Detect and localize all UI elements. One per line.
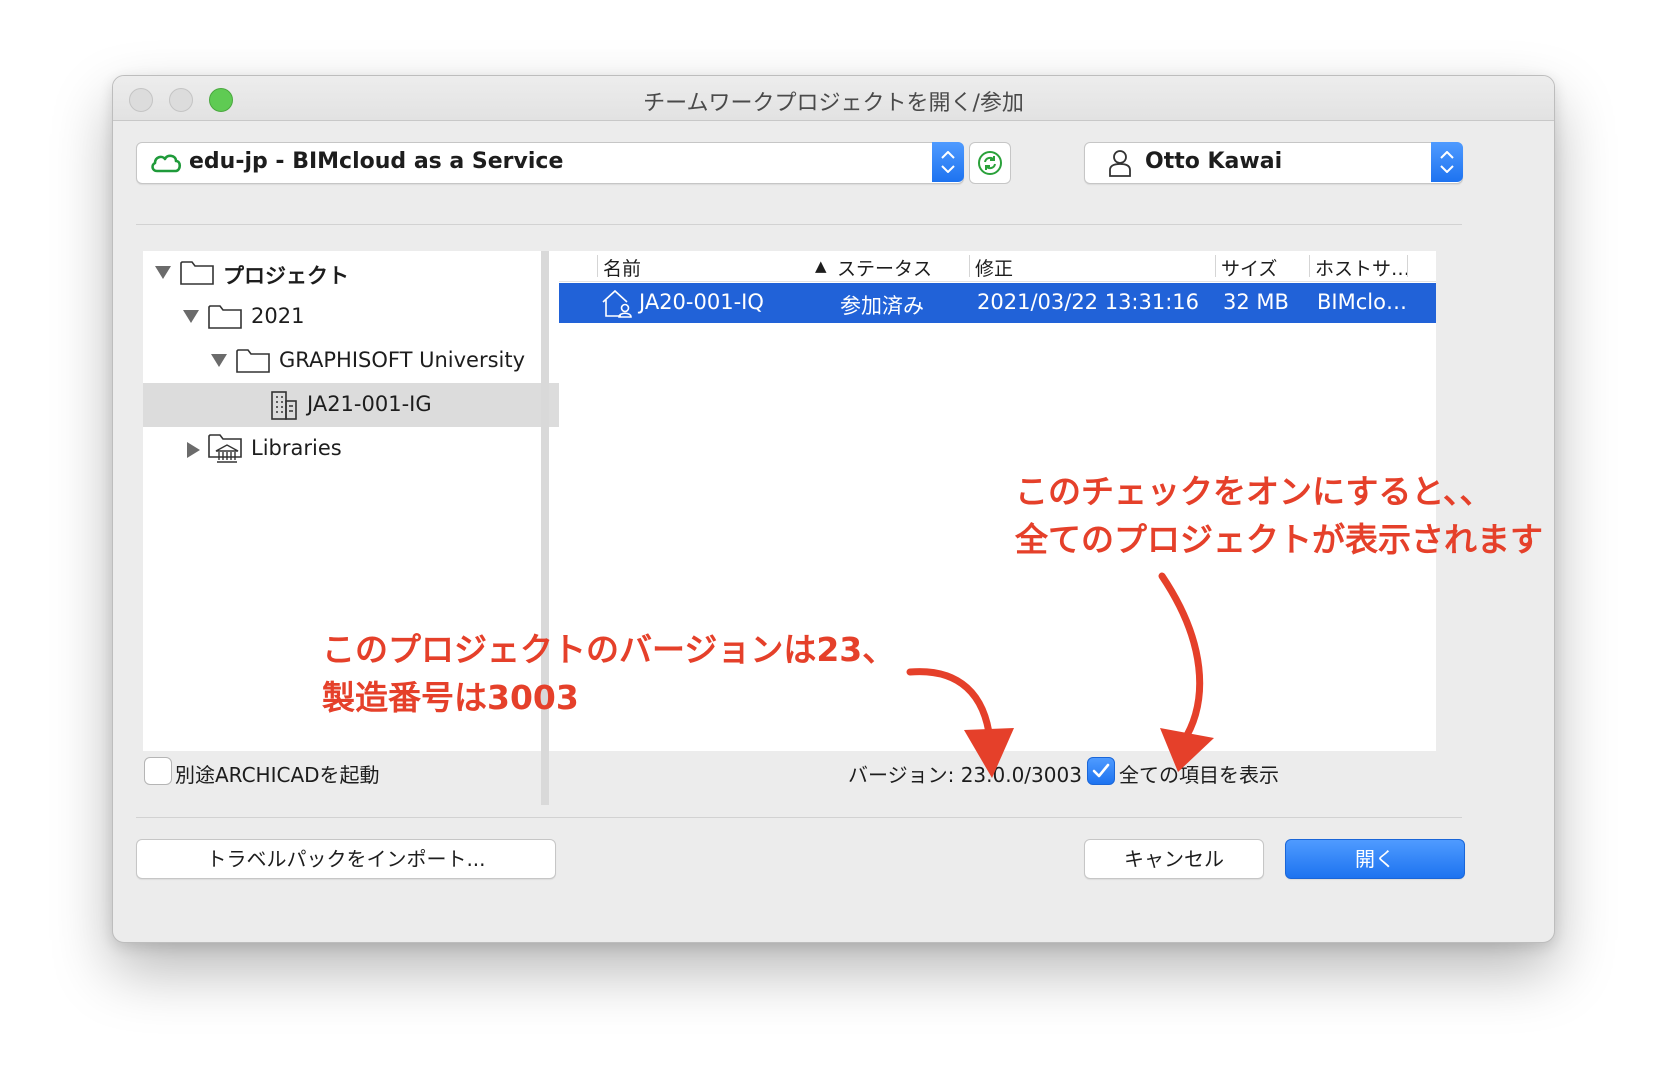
column-header-status[interactable]: ステータス	[837, 254, 932, 281]
user-select-value: Otto Kawai	[1145, 149, 1283, 174]
user-select-stepper[interactable]	[1431, 142, 1463, 182]
tree-item-ja21-001-ig[interactable]: JA21-001-IG	[143, 383, 562, 427]
table-row[interactable]: JA20-001-IQ 参加済み 2021/03/22 13:31:16 32 …	[559, 283, 1436, 323]
column-divider	[1407, 255, 1408, 277]
building-icon	[269, 389, 299, 425]
show-all-label: 全ての項目を表示	[1119, 763, 1279, 787]
version-text: バージョン: 23.0.0/3003	[848, 763, 1082, 787]
launch-separately-checkbox[interactable]	[144, 757, 172, 785]
disclosure-expanded-icon[interactable]	[155, 266, 171, 279]
tree-item-projects[interactable]: プロジェクト	[143, 251, 562, 295]
folder-icon	[207, 302, 243, 334]
column-divider	[1309, 255, 1310, 277]
annotation-checkbox-note-line1: このチェックをオンにすると、、	[1015, 472, 1493, 511]
annotation-version-note-line2: 製造番号は3003	[322, 678, 579, 717]
server-select-value: edu-jp - BIMcloud as a Service	[189, 149, 564, 174]
disclosure-expanded-icon[interactable]	[183, 310, 199, 323]
folder-icon	[235, 346, 271, 378]
import-travelpack-button[interactable]: トラベルパックをインポート...	[136, 839, 556, 879]
tree-item-label: GRAPHISOFT University	[279, 348, 526, 372]
bottom-separator	[136, 817, 1462, 818]
cell-name: JA20-001-IQ	[639, 290, 764, 314]
column-header-size[interactable]: サイズ	[1221, 254, 1277, 281]
server-select[interactable]: edu-jp - BIMcloud as a Service	[136, 142, 964, 184]
tree-item-graphisoft-university[interactable]: GRAPHISOFT University	[143, 339, 562, 383]
column-divider	[597, 255, 598, 277]
column-header-modified[interactable]: 修正	[975, 254, 1013, 281]
folder-icon	[179, 258, 215, 290]
annotation-version-note-line1: このプロジェクトのバージョンは23、	[322, 630, 896, 669]
disclosure-expanded-icon[interactable]	[211, 354, 227, 367]
title-bar: チームワークプロジェクトを開く/参加	[113, 76, 1554, 121]
refresh-icon	[977, 150, 1003, 180]
cell-modified: 2021/03/22 13:31:16	[977, 290, 1200, 314]
cell-host: BIMclo…	[1317, 290, 1407, 314]
annotation-checkbox-note-line2: 全てのプロジェクトが表示されます	[1015, 520, 1543, 559]
cell-size: 32 MB	[1223, 290, 1289, 314]
cancel-button[interactable]: キャンセル	[1084, 839, 1264, 879]
refresh-button[interactable]	[969, 142, 1011, 184]
column-header-name[interactable]: 名前	[603, 254, 641, 281]
user-icon	[1107, 148, 1133, 182]
column-header-host[interactable]: ホストサ…	[1315, 254, 1410, 281]
tree-item-label: 2021	[251, 304, 305, 328]
tree-item-label: Libraries	[251, 436, 342, 460]
window-title: チームワークプロジェクトを開く/参加	[643, 91, 1024, 116]
column-divider	[1215, 255, 1216, 277]
server-select-stepper[interactable]	[932, 142, 964, 182]
tree-item-label: プロジェクト	[223, 264, 349, 288]
list-header: 名前 ▲ ステータス 修正 サイズ ホストサ…	[559, 251, 1436, 282]
cloud-icon	[149, 151, 183, 179]
library-folder-icon	[207, 431, 243, 469]
tree-item-2021[interactable]: 2021	[143, 295, 562, 339]
open-button[interactable]: 開く	[1285, 839, 1465, 879]
tree-item-label: JA21-001-IG	[307, 392, 432, 416]
checkmark-icon	[1092, 762, 1110, 784]
disclosure-collapsed-icon[interactable]	[187, 442, 200, 458]
tree-item-libraries[interactable]: Libraries	[143, 427, 562, 471]
column-divider	[969, 255, 970, 277]
show-all-checkbox[interactable]	[1087, 757, 1115, 785]
cell-status: 参加済み	[840, 294, 924, 318]
launch-separately-label: 別途ARCHICADを起動	[175, 763, 380, 787]
top-separator	[136, 224, 1462, 225]
sort-ascending-icon: ▲	[815, 257, 827, 275]
teamwork-project-icon	[601, 286, 635, 324]
user-select[interactable]: Otto Kawai	[1084, 142, 1463, 184]
